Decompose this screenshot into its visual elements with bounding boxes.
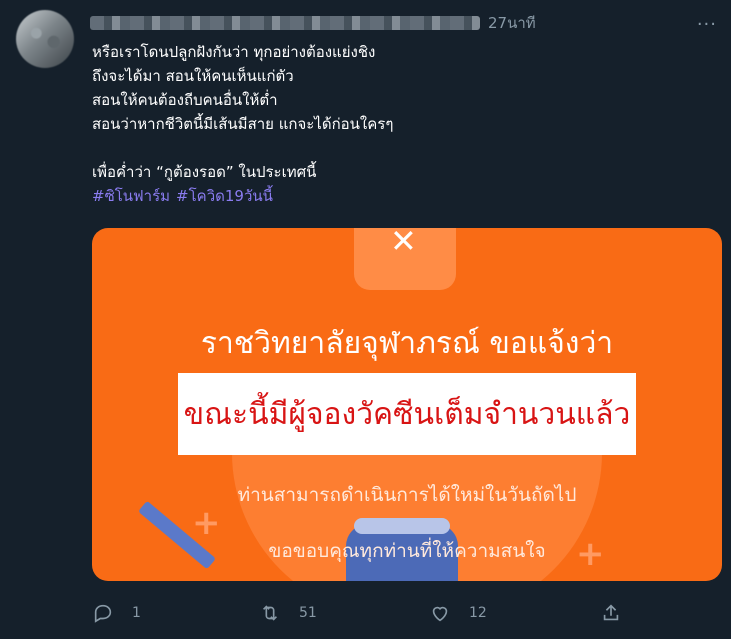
image-title: ราชวิทยาลัยจุฬาภรณ์ ขอแจ้งว่า <box>200 326 614 361</box>
tweet-line: ถึงจะได้มา สอนให้คนเห็นแก่ตัว <box>92 67 294 85</box>
reply-button[interactable]: 1 <box>92 598 141 628</box>
reply-count: 1 <box>132 605 141 621</box>
more-options-icon[interactable]: ··· <box>697 14 717 35</box>
tweet[interactable]: 27นาที ··· หรือเราโดนปลูกฝังกันว่า ทุกอย… <box>0 0 731 639</box>
retweet-count: 51 <box>299 605 317 621</box>
retweet-button[interactable]: 51 <box>259 598 317 628</box>
share-icon <box>603 604 619 621</box>
hashtags: #ซิโนฟาร์ม #โควิด19วันนี้ <box>92 184 712 208</box>
tweet-line: เพื่อค่ำว่า “กูต้องรอด” ในประเทศนี้ <box>92 163 317 181</box>
tweet-header: 27นาที <box>90 12 536 34</box>
tweet-line: หรือเราโดนปลูกฝังกันว่า ทุกอย่างต้องแย่ง… <box>92 43 376 61</box>
tweet-actions: 1 51 12 <box>92 598 632 628</box>
share-button[interactable] <box>600 598 622 628</box>
image-subtext: ท่านสามารถดำเนินการได้ใหม่ในวันถัดไป <box>237 484 577 506</box>
tweet-image[interactable]: ✕ + + + ราชวิทยาลัยจุฬาภรณ์ ขอแจ้งว่า ขณ… <box>92 228 722 581</box>
tweet-text: หรือเราโดนปลูกฝังกันว่า ทุกอย่างต้องแย่ง… <box>92 40 712 208</box>
hashtag-link[interactable]: #โควิด19วันนี้ <box>176 187 273 205</box>
like-button[interactable]: 12 <box>429 598 487 628</box>
reply-icon <box>94 604 112 623</box>
tweet-line: สอนให้คนต้องถีบคนอื่นให้ต่ำ <box>92 91 278 109</box>
avatar[interactable] <box>16 10 74 68</box>
retweet-icon <box>262 605 278 621</box>
hashtag-link[interactable]: #ซิโนฟาร์ม <box>92 187 170 205</box>
author-name-blurred[interactable] <box>90 16 480 30</box>
tweet-line <box>92 136 712 160</box>
like-count: 12 <box>469 605 487 621</box>
image-banner: ขณะนี้มีผู้จองวัคซีนเต็มจำนวนแล้ว <box>178 373 636 455</box>
close-x-icon: ✕ <box>390 228 417 260</box>
image-thanks-text: ขอขอบคุณทุกท่านที่ให้ความสนใจ <box>268 540 546 562</box>
like-icon <box>432 606 448 622</box>
bottle-cap <box>354 518 450 534</box>
timestamp[interactable]: 27นาที <box>488 11 536 35</box>
image-banner-text: ขณะนี้มีผู้จองวัคซีนเต็มจำนวนแล้ว <box>183 396 631 432</box>
tweet-line: สอนว่าหากชีวิตนี้มีเส้นมีสาย แกจะได้ก่อน… <box>92 115 394 133</box>
